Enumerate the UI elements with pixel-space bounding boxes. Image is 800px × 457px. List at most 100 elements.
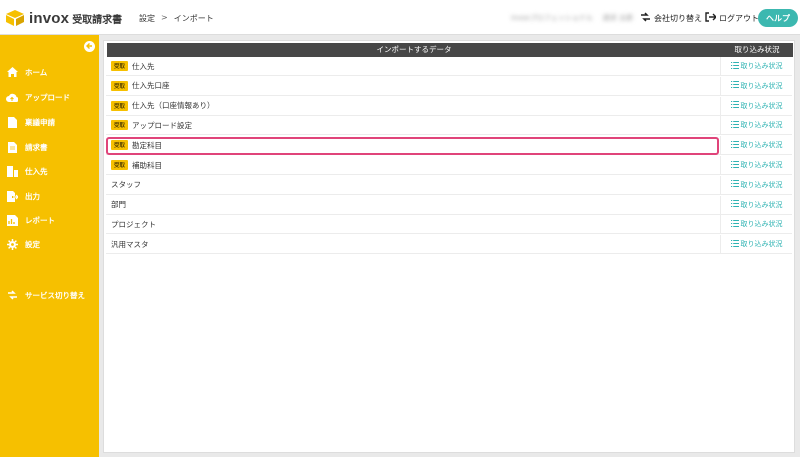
- selected-row-highlight: [106, 137, 719, 155]
- status-link[interactable]: 取り込み状況: [720, 195, 792, 214]
- sidebar: ホーム アップロード 稟議申請 請求書 仕入先 出力 レポート 設定 サービス切…: [0, 35, 99, 457]
- data-cell[interactable]: 受取 仕入先: [106, 57, 720, 75]
- sidebar-item-label: 設定: [25, 239, 40, 249]
- receive-badge: 受取: [111, 61, 129, 71]
- data-name-text[interactable]: 部門: [111, 199, 126, 210]
- sidebar-item-upload[interactable]: アップロード: [0, 88, 99, 106]
- data-cell[interactable]: 受取 仕入先（口座情報あり）: [106, 97, 720, 115]
- data-cell[interactable]: 受取 仕入先口座: [106, 77, 720, 95]
- switch-company-label: 会社切り替え: [654, 13, 702, 23]
- list-icon: [730, 120, 739, 130]
- sidebar-item-settings[interactable]: 設定: [0, 235, 99, 253]
- breadcrumb-settings[interactable]: 設定: [139, 13, 155, 24]
- company-name: invoxプロフェッショナル: [511, 14, 593, 22]
- data-name-text[interactable]: 仕入先（口座情報あり）: [132, 100, 215, 111]
- data-cell[interactable]: 部門: [106, 196, 720, 214]
- data-cell[interactable]: スタッフ: [106, 176, 720, 194]
- sidebar-service-switch[interactable]: サービス切り替え: [0, 286, 99, 304]
- status-link-label: 取り込み状況: [740, 200, 783, 209]
- sidebar-item-label: ホーム: [25, 67, 48, 77]
- data-name-text[interactable]: 補助科目: [132, 160, 162, 171]
- help-button[interactable]: ヘルプ: [758, 9, 798, 27]
- table-row[interactable]: スタッフ 取り込み状況: [106, 175, 792, 195]
- list-icon: [730, 219, 739, 229]
- table-row[interactable]: 受取 補助科目 取り込み状況: [106, 156, 792, 175]
- status-link[interactable]: 取り込み状況: [720, 96, 792, 115]
- gear-icon: [6, 238, 18, 250]
- sidebar-item-label: アップロード: [25, 92, 70, 102]
- receive-badge: 受取: [111, 100, 129, 111]
- status-link-label: 取り込み状況: [740, 101, 783, 110]
- brand-name: invox: [29, 9, 70, 27]
- status-link-label: 取り込み状況: [740, 180, 783, 189]
- brand-logo[interactable]: invox 受取請求書: [6, 9, 122, 27]
- receive-badge: 受取: [111, 120, 129, 131]
- column-header-status: 取り込み状況: [734, 45, 780, 54]
- table-row[interactable]: 受取 仕入先口座 取り込み状況: [106, 76, 792, 96]
- list-icon: [730, 239, 739, 249]
- status-link[interactable]: 取り込み状況: [720, 116, 792, 135]
- data-name-text[interactable]: プロジェクト: [111, 219, 156, 230]
- data-name-text[interactable]: 仕入先: [132, 61, 155, 72]
- table-row[interactable]: 汎用マスタ 取り込み状況: [106, 235, 792, 255]
- sidebar-item-report[interactable]: レポート: [0, 211, 99, 229]
- data-cell[interactable]: 受取 補助科目: [106, 156, 720, 174]
- logout-icon: [705, 12, 717, 24]
- data-name-text[interactable]: アップロード設定: [132, 120, 192, 131]
- status-link[interactable]: 取り込み状況: [720, 76, 792, 95]
- collapse-sidebar-button[interactable]: [84, 41, 95, 52]
- table-header: インポートするデータ 取り込み状況: [107, 43, 793, 57]
- sidebar-item-label: 仕入先: [25, 166, 48, 176]
- status-link-label: 取り込み状況: [740, 81, 783, 90]
- sidebar-item-approval[interactable]: 稟議申請: [0, 113, 99, 131]
- data-name-text[interactable]: スタッフ: [111, 179, 141, 190]
- status-link[interactable]: 取り込み状況: [720, 235, 792, 254]
- data-name-text[interactable]: 仕入先口座: [132, 80, 170, 91]
- list-icon: [730, 180, 739, 189]
- list-icon: [730, 101, 739, 110]
- service-switch-icon: [6, 289, 18, 301]
- sidebar-item-invoice[interactable]: 請求書: [0, 138, 99, 156]
- table-row[interactable]: プロジェクト 取り込み状況: [106, 215, 792, 235]
- data-cell[interactable]: 汎用マスタ: [106, 235, 720, 253]
- status-link-label: 取り込み状況: [740, 62, 783, 70]
- list-icon: [730, 140, 739, 150]
- table-row[interactable]: 部門 取り込み状況: [106, 195, 792, 215]
- list-icon: [730, 200, 739, 209]
- status-link-label: 取り込み状況: [740, 220, 783, 229]
- sidebar-item-export[interactable]: 出力: [0, 187, 99, 205]
- switch-company-button[interactable]: 会社切り替え: [640, 12, 702, 24]
- table-row[interactable]: 受取 アップロード設定 取り込み状況: [106, 116, 792, 136]
- status-link[interactable]: 取り込み状況: [720, 156, 792, 174]
- table-row[interactable]: 受取 仕入先 取り込み状況: [106, 57, 792, 76]
- status-link-label: 取り込み状況: [740, 240, 783, 249]
- status-link-label: 取り込み状況: [740, 161, 783, 169]
- arrow-left-icon: [85, 42, 94, 52]
- column-header-data: インポートするデータ: [376, 45, 452, 54]
- logout-label: ログアウト: [719, 13, 759, 23]
- breadcrumb-import: インポート: [173, 14, 214, 23]
- data-cell[interactable]: プロジェクト: [106, 215, 720, 233]
- sidebar-item-label: 請求書: [25, 142, 48, 152]
- brand-subtitle: 受取請求書: [72, 14, 123, 26]
- list-icon: [730, 61, 739, 71]
- list-icon: [730, 160, 739, 170]
- sidebar-item-label: サービス切り替え: [25, 290, 85, 300]
- data-name-text[interactable]: 汎用マスタ: [111, 239, 149, 250]
- table-row[interactable]: 受取 仕入先（口座情報あり） 取り込み状況: [106, 96, 792, 116]
- status-link[interactable]: 取り込み状況: [720, 215, 792, 234]
- cube-logo-icon: [6, 10, 24, 26]
- receive-badge: 受取: [111, 80, 129, 91]
- logout-button[interactable]: ログアウト: [705, 12, 759, 24]
- sidebar-item-label: レポート: [25, 215, 55, 225]
- status-link[interactable]: 取り込み状況: [720, 175, 792, 194]
- data-cell[interactable]: 受取 アップロード設定: [106, 116, 720, 134]
- sidebar-item-supplier[interactable]: 仕入先: [0, 162, 99, 180]
- status-link[interactable]: 取り込み状況: [720, 57, 792, 75]
- user-name: 請求 太郎: [602, 14, 633, 22]
- breadcrumb: 設定 > インポート: [139, 13, 214, 24]
- status-link[interactable]: 取り込み状況: [720, 136, 792, 155]
- sidebar-item-home[interactable]: ホーム: [0, 63, 99, 81]
- sidebar-item-label: 稟議申請: [25, 117, 55, 127]
- building-icon: [6, 165, 18, 177]
